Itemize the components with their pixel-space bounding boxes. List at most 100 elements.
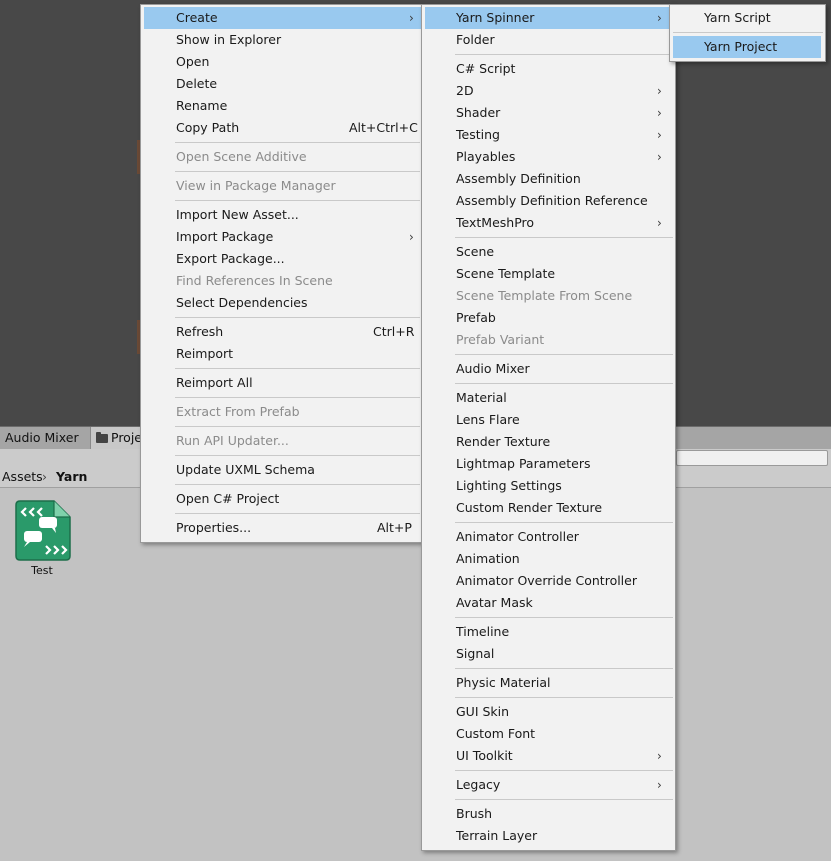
menu-item-timeline[interactable]: Timeline [425,621,674,643]
menu-item-assembly-definition[interactable]: Assembly Definition [425,168,674,190]
menu-item-label: Open Scene Additive [176,149,307,164]
menu-item-rename[interactable]: Rename [144,95,421,117]
menu-item-show-in-explorer[interactable]: Show in Explorer [144,29,421,51]
asset-test[interactable]: Test [12,500,72,577]
menu-item-open-csharp-project[interactable]: Open C# Project [144,488,421,510]
menu-item-csharp-script[interactable]: C# Script [425,58,674,80]
menu-item-label: Assembly Definition [456,171,581,186]
menu-item-reimport-all[interactable]: Reimport All [144,372,421,394]
menu-item-run-api-updater: Run API Updater... [144,430,421,452]
menu-item-lens-flare[interactable]: Lens Flare [425,409,674,431]
menu-item-shader[interactable]: Shader › [425,102,674,124]
menu-item-testing[interactable]: Testing › [425,124,674,146]
menu-item-2d[interactable]: 2D › [425,80,674,102]
menu-item-signal[interactable]: Signal [425,643,674,665]
chevron-right-icon: › [409,230,414,244]
menu-item-label: Update UXML Schema [176,462,315,477]
menu-item-label: Custom Font [456,726,536,741]
menu-item-folder[interactable]: Folder [425,29,674,51]
menu-item-label: Reimport All [176,375,253,390]
chevron-right-icon: › [657,106,662,120]
chevron-right-icon: › [657,749,662,763]
menu-item-label: Yarn Spinner [456,10,535,25]
menu-separator [175,368,420,369]
search-input[interactable] [676,450,828,466]
menu-item-animator-override-controller[interactable]: Animator Override Controller [425,570,674,592]
menu-separator [175,317,420,318]
project-grid [0,488,831,861]
menu-item-label: Scene [456,244,495,259]
menu-item-label: Render Texture [456,434,551,449]
menu-item-label: Scene Template From Scene [456,288,633,303]
tab-label: Audio Mixer [5,430,79,445]
menu-item-yarn-spinner[interactable]: Yarn Spinner › [425,7,674,29]
menu-item-custom-font[interactable]: Custom Font [425,723,674,745]
menu-item-scene[interactable]: Scene [425,241,674,263]
menu-item-scene-template[interactable]: Scene Template [425,263,674,285]
menu-item-create[interactable]: Create › [144,7,421,29]
menu-item-open[interactable]: Open [144,51,421,73]
menu-item-select-dependencies[interactable]: Select Dependencies [144,292,421,314]
menu-item-label: Avatar Mask [456,595,533,610]
menu-item-material[interactable]: Material [425,387,674,409]
breadcrumb-yarn[interactable]: Yarn [56,467,87,487]
menu-item-render-texture[interactable]: Render Texture [425,431,674,453]
chevron-right-icon: › [657,84,662,98]
menu-item-audio-mixer[interactable]: Audio Mixer [425,358,674,380]
breadcrumb-assets[interactable]: Assets [2,467,43,487]
menu-item-label: Assembly Definition Reference [456,193,648,208]
menu-item-label: Create [176,10,218,25]
tab-audio-mixer[interactable]: Audio Mixer [0,427,92,449]
menu-item-label: Timeline [456,624,510,639]
menu-item-legacy[interactable]: Legacy › [425,774,674,796]
menu-item-delete[interactable]: Delete [144,73,421,95]
menu-item-custom-render-texture[interactable]: Custom Render Texture [425,497,674,519]
menu-item-label: Lightmap Parameters [456,456,591,471]
menu-item-label: Scene Template [456,266,556,281]
create-submenu: Yarn Spinner › Folder C# Script 2D › Sha… [421,4,676,851]
menu-item-refresh[interactable]: Refresh Ctrl+R [144,321,421,343]
menu-separator [455,799,673,800]
menu-item-import-new-asset[interactable]: Import New Asset... [144,204,421,226]
menu-item-brush[interactable]: Brush [425,803,674,825]
menu-item-gui-skin[interactable]: GUI Skin [425,701,674,723]
menu-separator [175,455,420,456]
menu-item-label: Animator Override Controller [456,573,637,588]
menu-item-prefab[interactable]: Prefab [425,307,674,329]
menu-item-animation[interactable]: Animation [425,548,674,570]
menu-item-label: Properties... [176,520,252,535]
menu-item-yarn-project[interactable]: Yarn Project [673,36,821,58]
menu-item-update-uxml-schema[interactable]: Update UXML Schema [144,459,421,481]
menu-item-label: Rename [176,98,228,113]
menu-item-scene-template-from-scene: Scene Template From Scene [425,285,674,307]
menu-item-label: Delete [176,76,218,91]
menu-item-textmeshpro[interactable]: TextMeshPro › [425,212,674,234]
menu-item-label: Prefab [456,310,496,325]
chevron-right-icon: › [657,150,662,164]
menu-item-import-package[interactable]: Import Package › [144,226,421,248]
menu-separator [455,237,673,238]
menu-item-physic-material[interactable]: Physic Material [425,672,674,694]
menu-item-label: Shader [456,105,501,120]
menu-item-properties[interactable]: Properties... Alt+P [144,517,421,539]
menu-item-lighting-settings[interactable]: Lighting Settings [425,475,674,497]
menu-separator [455,697,673,698]
menu-item-label: Prefab Variant [456,332,545,347]
menu-item-assembly-definition-reference[interactable]: Assembly Definition Reference [425,190,674,212]
menu-item-ui-toolkit[interactable]: UI Toolkit › [425,745,674,767]
menu-item-terrain-layer[interactable]: Terrain Layer [425,825,674,847]
context-menu: Create › Show in Explorer Open Delete Re… [140,4,423,543]
menu-item-copy-path[interactable]: Copy Path Alt+Ctrl+C [144,117,421,139]
menu-item-label: Open [176,54,210,69]
menu-item-avatar-mask[interactable]: Avatar Mask [425,592,674,614]
menu-item-lightmap-parameters[interactable]: Lightmap Parameters [425,453,674,475]
menu-item-export-package[interactable]: Export Package... [144,248,421,270]
menu-item-playables[interactable]: Playables › [425,146,674,168]
menu-item-view-in-package-manager: View in Package Manager [144,175,421,197]
menu-item-reimport[interactable]: Reimport [144,343,421,365]
menu-item-animator-controller[interactable]: Animator Controller [425,526,674,548]
menu-item-label: Reimport [176,346,234,361]
menu-item-yarn-script[interactable]: Yarn Script [673,7,824,29]
menu-item-label: Animator Controller [456,529,579,544]
menu-item-label: Yarn Script [704,10,771,25]
